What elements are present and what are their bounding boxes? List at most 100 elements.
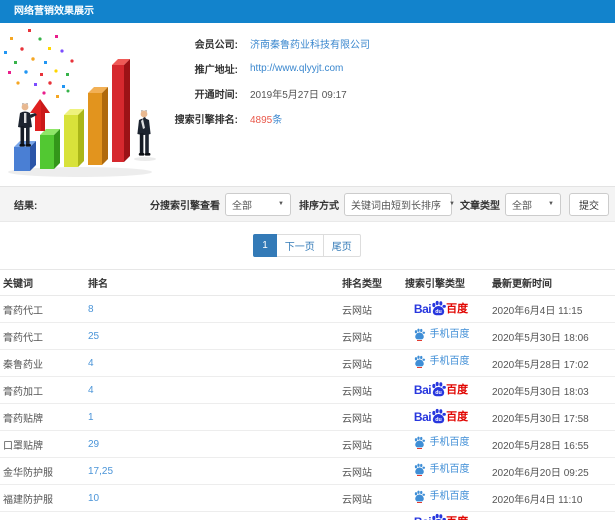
info-row-2: 开通时间: 2019年5月27日 09:17 bbox=[168, 81, 370, 106]
info-value-link[interactable]: 济南秦鲁药业科技有限公司 bbox=[250, 36, 370, 51]
mobile-baidu-paw-icon bbox=[414, 490, 425, 503]
search-engine-cell: 手机百度 bbox=[402, 322, 489, 350]
pagination-last-button[interactable]: 尾页 bbox=[322, 234, 361, 257]
rank-type-cell: 云网站 bbox=[339, 295, 402, 323]
engine-filter-select[interactable]: 全部 ▼ bbox=[225, 192, 291, 216]
chevron-down-icon: ▼ bbox=[278, 201, 284, 207]
updated-time-cell: 2020年6月4日 11:10 bbox=[489, 484, 615, 512]
pagination-page-1[interactable]: 1 bbox=[253, 234, 277, 257]
baidu-pc-logo: Bai du 百度 bbox=[414, 513, 468, 520]
baidu-mobile-logo: 手机百度 bbox=[413, 463, 470, 476]
rank-type-cell: 云网站 bbox=[339, 403, 402, 431]
baidu-logo-cn-text: 百度 bbox=[446, 410, 469, 423]
baidu-logo-bai-text: Bai bbox=[413, 410, 432, 424]
table-row: 膏药加工 4 云网站 Bai du 百度 2020年5月30日 18:03 bbox=[0, 376, 615, 404]
bar-green bbox=[40, 129, 60, 169]
svg-text:du: du bbox=[435, 390, 442, 396]
filter-bar: 结果: 分搜索引擎查看 全部 ▼ 排序方式 关键词由短到长排序 ▼ 文章类型 全… bbox=[0, 186, 615, 222]
sort-filter-select[interactable]: 关键词由短到长排序 ▼ bbox=[344, 192, 455, 216]
article-type-value: 全部 bbox=[512, 200, 532, 212]
rank-cell[interactable]: 29 bbox=[85, 430, 339, 458]
businessman-right bbox=[134, 110, 156, 161]
keyword-cell: 膏药代工 bbox=[0, 295, 85, 323]
baidu-mobile-logo: 手机百度 bbox=[413, 328, 470, 341]
rank-cell[interactable]: 4 bbox=[85, 376, 339, 404]
updated-time-cell: 2020年5月28日 16:55 bbox=[489, 430, 615, 458]
baidu-logo-bai-text: Bai bbox=[413, 383, 432, 397]
search-engine-cell: Bai du 百度 bbox=[402, 295, 489, 323]
mobile-baidu-paw-icon bbox=[414, 463, 425, 476]
keyword-cell: 金华防护服 bbox=[0, 457, 85, 485]
baidu-paw-icon: du bbox=[432, 513, 446, 520]
pagination-next-button[interactable]: 下一页 bbox=[275, 234, 324, 257]
rank-cell[interactable]: 10 bbox=[85, 484, 339, 512]
updated-time-cell: 2020年5月30日 17:58 bbox=[489, 403, 615, 431]
rank-cell[interactable]: 8 bbox=[85, 295, 339, 323]
column-header-3: 搜索引擎类型 bbox=[402, 269, 489, 296]
table-row: 膏药代工 25 云网站 手机百度 2020年5月30日 18:06 bbox=[0, 322, 615, 350]
svg-text:du: du bbox=[435, 417, 442, 423]
info-label: 开通时间: bbox=[194, 90, 238, 101]
mobile-baidu-paw-icon bbox=[414, 355, 425, 368]
bar-red bbox=[112, 59, 130, 162]
keyword-cell: 福建防护服 bbox=[0, 484, 85, 512]
column-header-4: 最新更新时间 bbox=[489, 269, 615, 296]
keyword-cell: 秦鲁药业 bbox=[0, 349, 85, 377]
table-row: 金华防护服 17,25 云网站 手机百度 2020年6月20日 09:25 bbox=[0, 457, 615, 485]
bar-orange bbox=[88, 87, 108, 165]
mobile-baidu-label: 手机百度 bbox=[429, 355, 470, 367]
mobile-baidu-label: 手机百度 bbox=[429, 463, 470, 475]
search-engine-cell: Bai du 百度 bbox=[402, 511, 489, 520]
article-type-select[interactable]: 全部 ▼ bbox=[505, 192, 561, 216]
bar-yellow bbox=[64, 109, 84, 167]
table-row: 口罩贴牌 29 云网站 手机百度 2020年5月28日 16:55 bbox=[0, 430, 615, 458]
rank-cell[interactable] bbox=[85, 511, 339, 520]
table-body: 膏药代工 8 云网站 Bai du 百度 2020年6月4日 11:15 膏药代工 25… bbox=[0, 295, 615, 520]
rank-cell[interactable]: 17,25 bbox=[85, 457, 339, 485]
column-header-2: 排名类型 bbox=[339, 269, 402, 296]
info-value: 4895条 bbox=[250, 111, 282, 126]
rank-type-cell: 云网站 bbox=[339, 457, 402, 485]
info-value-link[interactable]: http://www.qlyyjt.com bbox=[250, 63, 343, 74]
search-engine-cell: Bai du 百度 bbox=[402, 376, 489, 404]
search-engine-cell: Bai du 百度 bbox=[402, 403, 489, 431]
rank-type-cell: 云网站 bbox=[339, 322, 402, 350]
table-row: 膏药代工 8 云网站 Bai du 百度 2020年6月4日 11:15 bbox=[0, 295, 615, 323]
submit-button[interactable]: 提交 bbox=[569, 192, 609, 216]
baidu-mobile-logo: 手机百度 bbox=[413, 490, 470, 503]
page-title: 网络营销效果展示 bbox=[0, 0, 615, 23]
updated-time-cell: 2020年5月30日 18:03 bbox=[489, 376, 615, 404]
ranking-count-unit: 条 bbox=[272, 115, 283, 126]
sort-filter-value: 关键词由短到长排序 bbox=[351, 200, 441, 212]
baidu-logo-bai-text: Bai bbox=[414, 516, 432, 520]
results-table: 关键词 排名 排名类型 搜索引擎类型 最新更新时间 膏药代工 8 云网站 Bai du 百度… bbox=[0, 269, 615, 520]
keyword-cell: 口罩贴牌 bbox=[0, 430, 85, 458]
mobile-baidu-label: 手机百度 bbox=[429, 490, 470, 502]
baidu-mobile-logo: 手机百度 bbox=[413, 355, 470, 368]
baidu-logo-cn-text: 百度 bbox=[446, 383, 469, 396]
rank-type-cell: 云网站 bbox=[339, 430, 402, 458]
keyword-cell: 膏药贴牌 bbox=[0, 403, 85, 431]
rank-cell[interactable]: 4 bbox=[85, 349, 339, 377]
search-engine-cell: 手机百度 bbox=[402, 457, 489, 485]
rank-cell[interactable]: 25 bbox=[85, 322, 339, 350]
mobile-baidu-label: 手机百度 bbox=[429, 436, 470, 448]
search-engine-cell: 手机百度 bbox=[402, 430, 489, 458]
baidu-pc-logo: Bai du 百度 bbox=[414, 408, 468, 426]
pagination: 1 下一页 尾页 bbox=[0, 222, 615, 269]
result-label: 结果: bbox=[14, 200, 38, 212]
sort-filter-label: 排序方式 bbox=[299, 200, 339, 212]
search-engine-cell: 手机百度 bbox=[402, 484, 489, 512]
chevron-down-icon: ▼ bbox=[548, 201, 554, 207]
rank-cell[interactable]: 1 bbox=[85, 403, 339, 431]
info-section: 会员公司: 济南秦鲁药业科技有限公司 推广地址: http://www.qlyyjt.… bbox=[0, 23, 615, 186]
rank-type-cell bbox=[339, 511, 402, 520]
engine-filter-label: 分搜索引擎查看 bbox=[150, 200, 220, 212]
info-value: 2019年5月27日 09:17 bbox=[250, 90, 347, 101]
baidu-paw-icon: du bbox=[432, 300, 446, 316]
filter-controls: 分搜索引擎查看 全部 ▼ 排序方式 关键词由短到长排序 ▼ 文章类型 全部 ▼ … bbox=[142, 192, 609, 216]
keyword-cell: 膏药代工 bbox=[0, 322, 85, 350]
column-header-0: 关键词 bbox=[0, 269, 85, 296]
mobile-baidu-paw-icon bbox=[414, 436, 425, 449]
updated-time-cell: 2020年6月20日 09:25 bbox=[489, 457, 615, 485]
